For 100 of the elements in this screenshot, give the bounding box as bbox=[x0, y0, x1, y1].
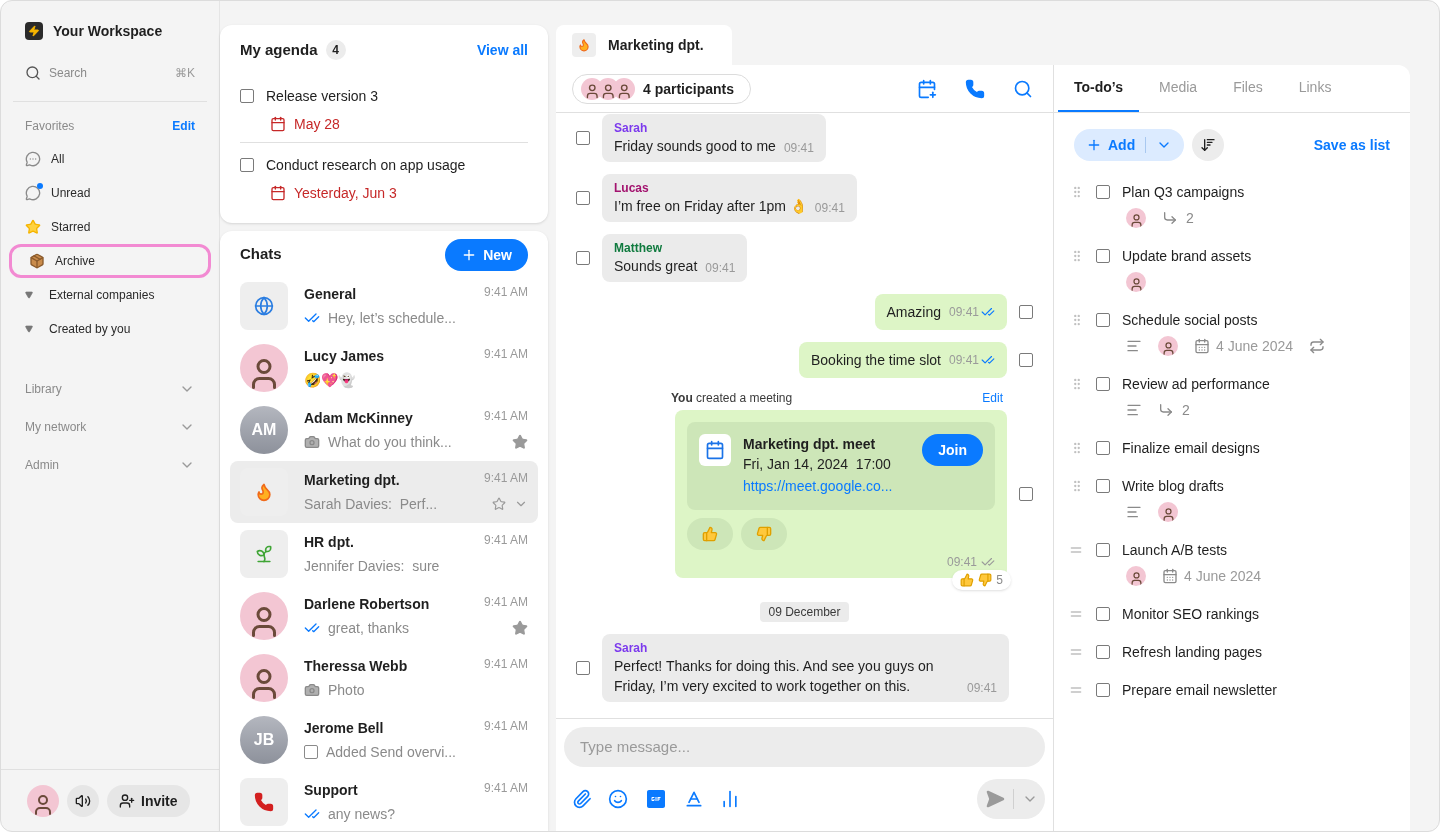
checkbox[interactable] bbox=[1096, 479, 1110, 493]
chat-name: Lucy James bbox=[304, 346, 385, 366]
view-all-link[interactable]: View all bbox=[476, 40, 528, 61]
chat-list-item[interactable]: Theressa Webb 9:41 AM Photo bbox=[230, 646, 538, 709]
chat-list-item[interactable]: AM Adam McKinney 9:41 AM What do you think... bbox=[230, 398, 538, 461]
calendar-icon bbox=[270, 184, 286, 201]
chat-list-item[interactable]: Support 9:41 AM any news? bbox=[230, 770, 538, 831]
avatar bbox=[240, 591, 288, 640]
chat-name: Marketing dpt. bbox=[304, 470, 400, 490]
initials-avatar: JB bbox=[240, 715, 288, 764]
camera-icon bbox=[304, 681, 320, 698]
star-icon[interactable] bbox=[492, 496, 506, 511]
calendar-icon bbox=[705, 440, 725, 460]
subtask-arrow-icon bbox=[1162, 210, 1178, 226]
message-time: 09:41 bbox=[814, 200, 845, 216]
message-preview: Sarah Davies: Perf... bbox=[304, 494, 438, 514]
text-format-icon[interactable] bbox=[684, 789, 704, 809]
message-time: 09:41 bbox=[705, 260, 736, 276]
todo-title: Prepare email newsletter bbox=[1122, 681, 1277, 700]
checkbox[interactable] bbox=[576, 251, 590, 265]
checkbox[interactable] bbox=[1019, 487, 1033, 501]
chat-time: 9:41 AM bbox=[483, 469, 528, 486]
checkbox[interactable] bbox=[576, 131, 590, 145]
chat-tab[interactable]: Marketing dpt. bbox=[556, 25, 732, 65]
edit-link[interactable]: Edit bbox=[982, 390, 1003, 406]
favorite-item[interactable]: Starred bbox=[13, 210, 207, 244]
checkbox[interactable] bbox=[240, 88, 254, 103]
join-button[interactable]: Join bbox=[922, 434, 983, 466]
due-date: May 28 bbox=[294, 114, 340, 134]
add-event-icon[interactable] bbox=[917, 78, 937, 99]
chat-name: Support bbox=[304, 780, 358, 800]
checkbox[interactable] bbox=[1096, 377, 1110, 391]
add-person-icon bbox=[119, 792, 135, 809]
message-time: 09:41 bbox=[966, 680, 997, 696]
reaction-summary[interactable]: 5 bbox=[952, 570, 1011, 590]
shortcut-hint: ⌘K bbox=[175, 65, 195, 81]
save-as-list-link[interactable]: Save as list bbox=[1313, 135, 1390, 155]
poll-icon[interactable] bbox=[720, 789, 740, 809]
favorite-item[interactable]: Archive bbox=[9, 244, 211, 278]
thumbs-down-button[interactable] bbox=[741, 518, 787, 550]
favorite-item[interactable]: Unread bbox=[13, 176, 207, 210]
checkbox[interactable] bbox=[240, 157, 254, 172]
emoji-icon[interactable] bbox=[608, 789, 628, 809]
checkbox[interactable] bbox=[1096, 441, 1110, 455]
checkbox[interactable] bbox=[1096, 683, 1110, 697]
gif-icon[interactable] bbox=[644, 787, 668, 811]
subtask-count: 2 bbox=[1186, 209, 1194, 228]
checkbox[interactable] bbox=[1096, 543, 1110, 557]
star-icon[interactable] bbox=[512, 433, 528, 450]
chat-list-item[interactable]: Lucy James 9:41 AM 🤣💖👻 bbox=[230, 336, 538, 399]
chat-time: 9:41 AM bbox=[483, 407, 528, 424]
checkbox[interactable] bbox=[1096, 185, 1110, 199]
sound-button[interactable] bbox=[67, 784, 99, 817]
checkbox[interactable] bbox=[576, 191, 590, 205]
thumbs-up-icon bbox=[702, 526, 718, 542]
chat-name: HR dpt. bbox=[304, 532, 354, 552]
folder-item[interactable]: Created by you bbox=[13, 312, 207, 346]
calendar-icon bbox=[270, 115, 286, 132]
checkbox[interactable] bbox=[1096, 313, 1110, 327]
unread-chat-icon bbox=[25, 185, 41, 201]
panel-tab[interactable]: To-do’s bbox=[1058, 64, 1139, 112]
checkbox[interactable] bbox=[1019, 353, 1033, 367]
new-chat-button[interactable]: New bbox=[445, 238, 528, 271]
checkbox[interactable] bbox=[1019, 305, 1033, 319]
message-text: Booking the time slot bbox=[811, 351, 941, 370]
notes-icon bbox=[1126, 338, 1142, 354]
checkbox[interactable] bbox=[1096, 607, 1110, 621]
chat-name: Theressa Webb bbox=[304, 656, 408, 676]
chat-list-item[interactable]: Darlene Robertson 9:41 AM great, thanks bbox=[230, 584, 538, 647]
message-preview: 🤣💖👻 bbox=[304, 370, 355, 390]
chat-list-item[interactable]: HR dpt. 9:41 AM Jennifer Davies: sure bbox=[230, 522, 538, 585]
thumbs-up-button[interactable] bbox=[687, 518, 733, 550]
chat-list-item[interactable]: JB Jerome Bell 9:41 AM Added Send overvi... bbox=[230, 708, 538, 771]
chat-time: 9:41 AM bbox=[483, 531, 528, 548]
checkbox[interactable] bbox=[1096, 249, 1110, 263]
message-text: Amazing bbox=[886, 303, 941, 322]
avatar bbox=[240, 653, 288, 702]
checkbox[interactable] bbox=[1096, 645, 1110, 659]
send-button[interactable] bbox=[977, 779, 1045, 819]
invite-button[interactable]: Invite bbox=[107, 784, 190, 817]
chat-list-item[interactable]: Marketing dpt. 9:41 AM Sarah Davies: Perf... bbox=[230, 460, 538, 523]
phone-icon[interactable] bbox=[965, 78, 985, 99]
notes-icon bbox=[1126, 402, 1142, 418]
agenda-task: Release version 3 bbox=[266, 86, 379, 106]
checkbox[interactable] bbox=[576, 661, 590, 675]
date-separator: 09 December bbox=[760, 602, 849, 622]
avatar bbox=[240, 343, 288, 392]
sort-button[interactable] bbox=[1192, 129, 1225, 161]
sender-name: Lucas bbox=[614, 180, 650, 196]
search-icon[interactable] bbox=[1013, 78, 1033, 99]
todo-title: Launch A/B tests bbox=[1122, 541, 1228, 560]
chat-time: 9:41 AM bbox=[483, 345, 528, 362]
attach-icon[interactable] bbox=[572, 789, 592, 809]
edit-link[interactable]: Edit bbox=[172, 118, 195, 134]
chat-list-item[interactable]: General 9:41 AM Hey, let’s schedule... bbox=[230, 274, 538, 337]
camera-icon bbox=[304, 433, 320, 450]
folder-item[interactable]: External companies bbox=[13, 278, 207, 312]
star-icon[interactable] bbox=[512, 619, 528, 636]
message-text: Perfect! Thanks for doing this. And see you guys on Friday, I’m very excited to work together on this. bbox=[614, 657, 935, 696]
favorite-item[interactable]: All bbox=[13, 142, 207, 176]
